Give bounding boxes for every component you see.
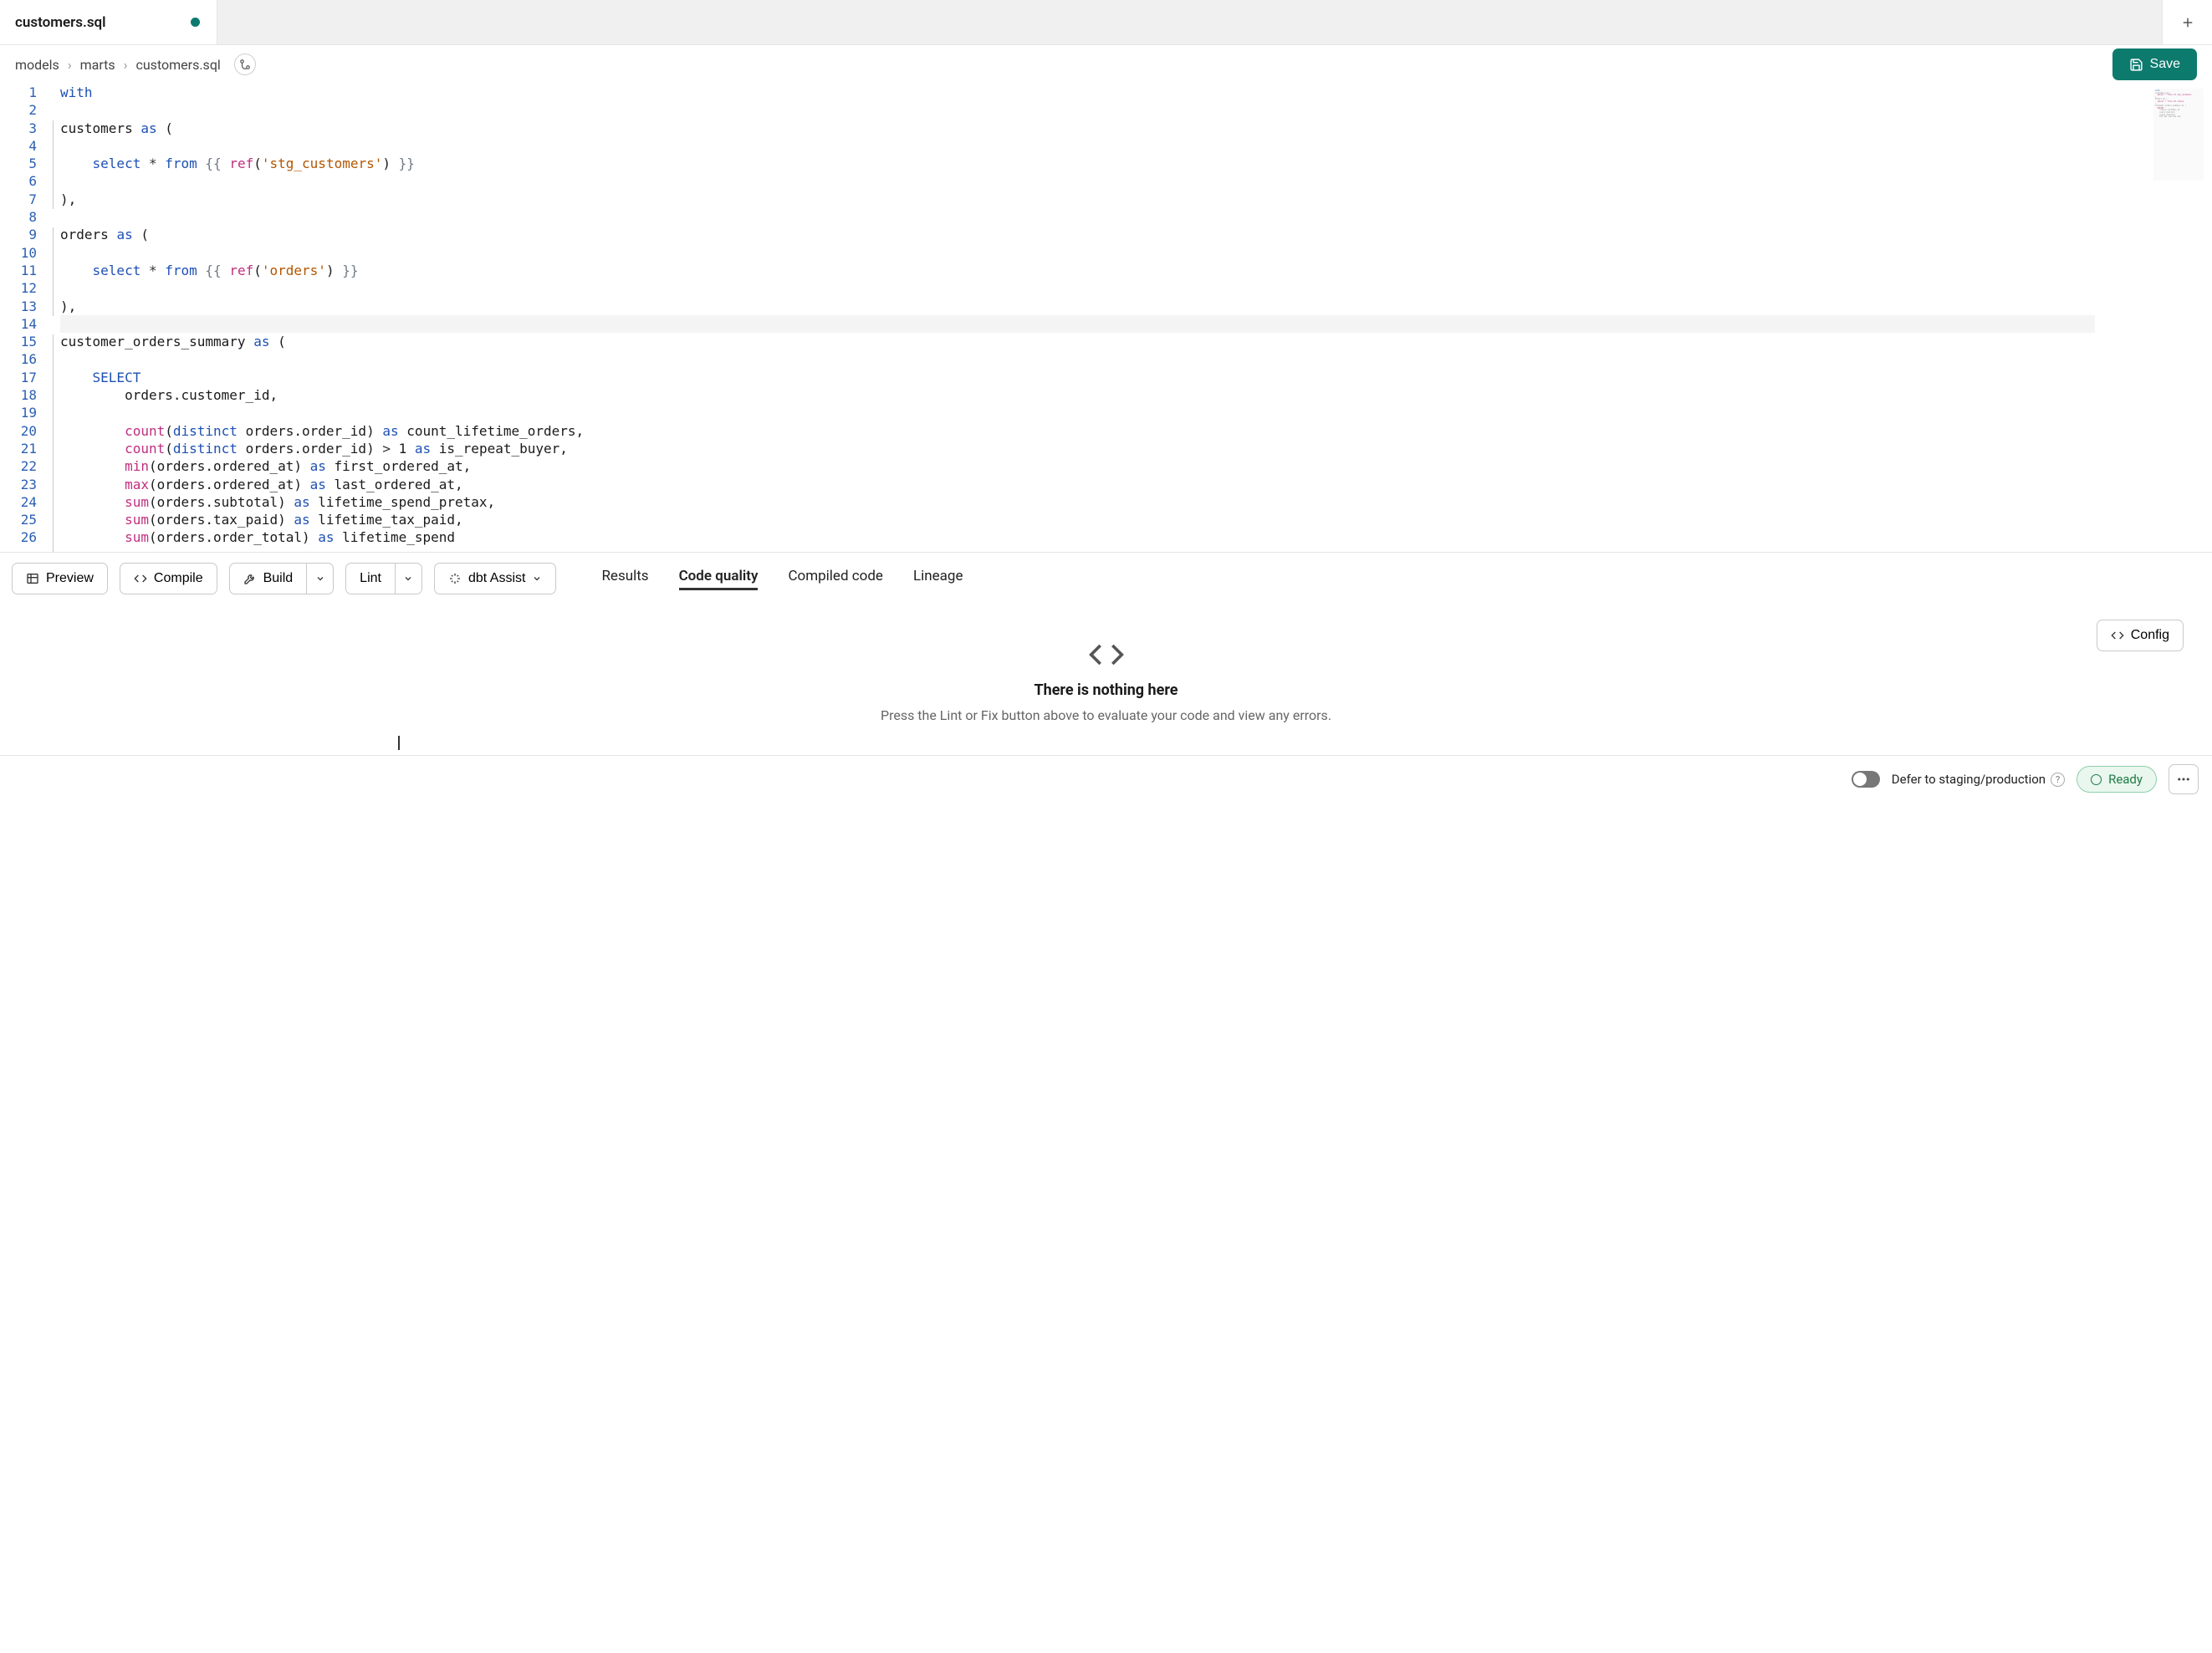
code-editor[interactable]: 1234567891011121314151617181920212223242… — [0, 84, 2212, 552]
plus-icon — [2180, 15, 2195, 30]
compile-button[interactable]: Compile — [120, 563, 217, 594]
empty-subtitle: Press the Lint or Fix button above to ev… — [881, 707, 1331, 723]
tab-results[interactable]: Results — [601, 568, 648, 590]
chevron-down-icon — [532, 574, 542, 584]
version-control-icon[interactable] — [234, 54, 256, 75]
new-tab-button[interactable] — [2162, 0, 2212, 44]
build-dropdown[interactable] — [307, 563, 334, 594]
chevron-right-icon: › — [68, 57, 72, 73]
empty-title: There is nothing here — [1034, 681, 1178, 699]
preview-label: Preview — [46, 571, 94, 586]
minimap[interactable]: with customers as ( select * from ref st… — [2153, 89, 2204, 181]
config-button[interactable]: Config — [2097, 620, 2184, 651]
result-tabs: Results Code quality Compiled code Linea… — [601, 568, 963, 590]
help-icon[interactable]: ? — [2051, 773, 2065, 787]
build-button[interactable]: Build — [229, 563, 308, 594]
chevron-down-icon — [403, 574, 413, 584]
more-button[interactable] — [2169, 764, 2199, 794]
lint-split-button: Lint — [345, 563, 422, 594]
tab-bar: customers.sql — [0, 0, 2212, 45]
chevron-down-icon — [315, 574, 325, 584]
ready-label: Ready — [2108, 772, 2143, 787]
tab-lineage[interactable]: Lineage — [913, 568, 963, 590]
tab-title: customers.sql — [15, 14, 106, 31]
text-cursor-icon — [398, 736, 400, 750]
sparkle-icon — [448, 572, 462, 585]
tab-code-quality[interactable]: Code quality — [679, 568, 759, 590]
tab-compiled-code[interactable]: Compiled code — [788, 568, 883, 590]
lint-button[interactable]: Lint — [345, 563, 396, 594]
ready-status: Ready — [2077, 766, 2157, 793]
preview-button[interactable]: Preview — [12, 563, 108, 594]
breadcrumb-row: models › marts › customers.sql Save — [0, 45, 2212, 84]
results-panel: Config There is nothing here Press the L… — [0, 605, 2212, 755]
unsaved-indicator-icon — [191, 18, 200, 27]
dbt-assist-button[interactable]: dbt Assist — [434, 563, 556, 594]
assist-label: dbt Assist — [468, 571, 525, 586]
lint-dropdown[interactable] — [396, 563, 422, 594]
fold-guides — [49, 84, 57, 552]
status-bar: Defer to staging/production ? Ready — [0, 755, 2212, 803]
config-label: Config — [2131, 628, 2169, 643]
breadcrumb: models › marts › customers.sql — [15, 54, 256, 75]
ellipsis-icon — [2176, 772, 2191, 787]
build-label: Build — [263, 571, 294, 586]
breadcrumb-item[interactable]: marts — [80, 57, 115, 73]
build-split-button: Build — [229, 563, 335, 594]
action-toolbar: Preview Compile Build Lint dbt Assist Re… — [0, 552, 2212, 605]
line-gutter: 1234567891011121314151617181920212223242… — [0, 84, 49, 547]
save-button[interactable]: Save — [2112, 48, 2197, 80]
breadcrumb-item[interactable]: models — [15, 57, 59, 73]
defer-toggle[interactable] — [1852, 771, 1880, 788]
code-icon — [1088, 636, 1125, 673]
save-label: Save — [2150, 57, 2180, 72]
save-icon — [2129, 58, 2143, 72]
compile-label: Compile — [154, 571, 203, 586]
table-icon — [26, 572, 39, 585]
code-content[interactable]: with customers as ( select * from {{ ref… — [60, 84, 2095, 547]
circle-icon — [2091, 774, 2102, 785]
code-icon — [2111, 629, 2124, 642]
file-tab[interactable]: customers.sql — [0, 0, 217, 44]
wrench-icon — [243, 572, 257, 585]
code-icon — [134, 572, 147, 585]
defer-label: Defer to staging/production ? — [1892, 772, 2065, 787]
lint-label: Lint — [360, 571, 381, 586]
breadcrumb-item[interactable]: customers.sql — [135, 57, 220, 73]
chevron-right-icon: › — [124, 57, 128, 73]
